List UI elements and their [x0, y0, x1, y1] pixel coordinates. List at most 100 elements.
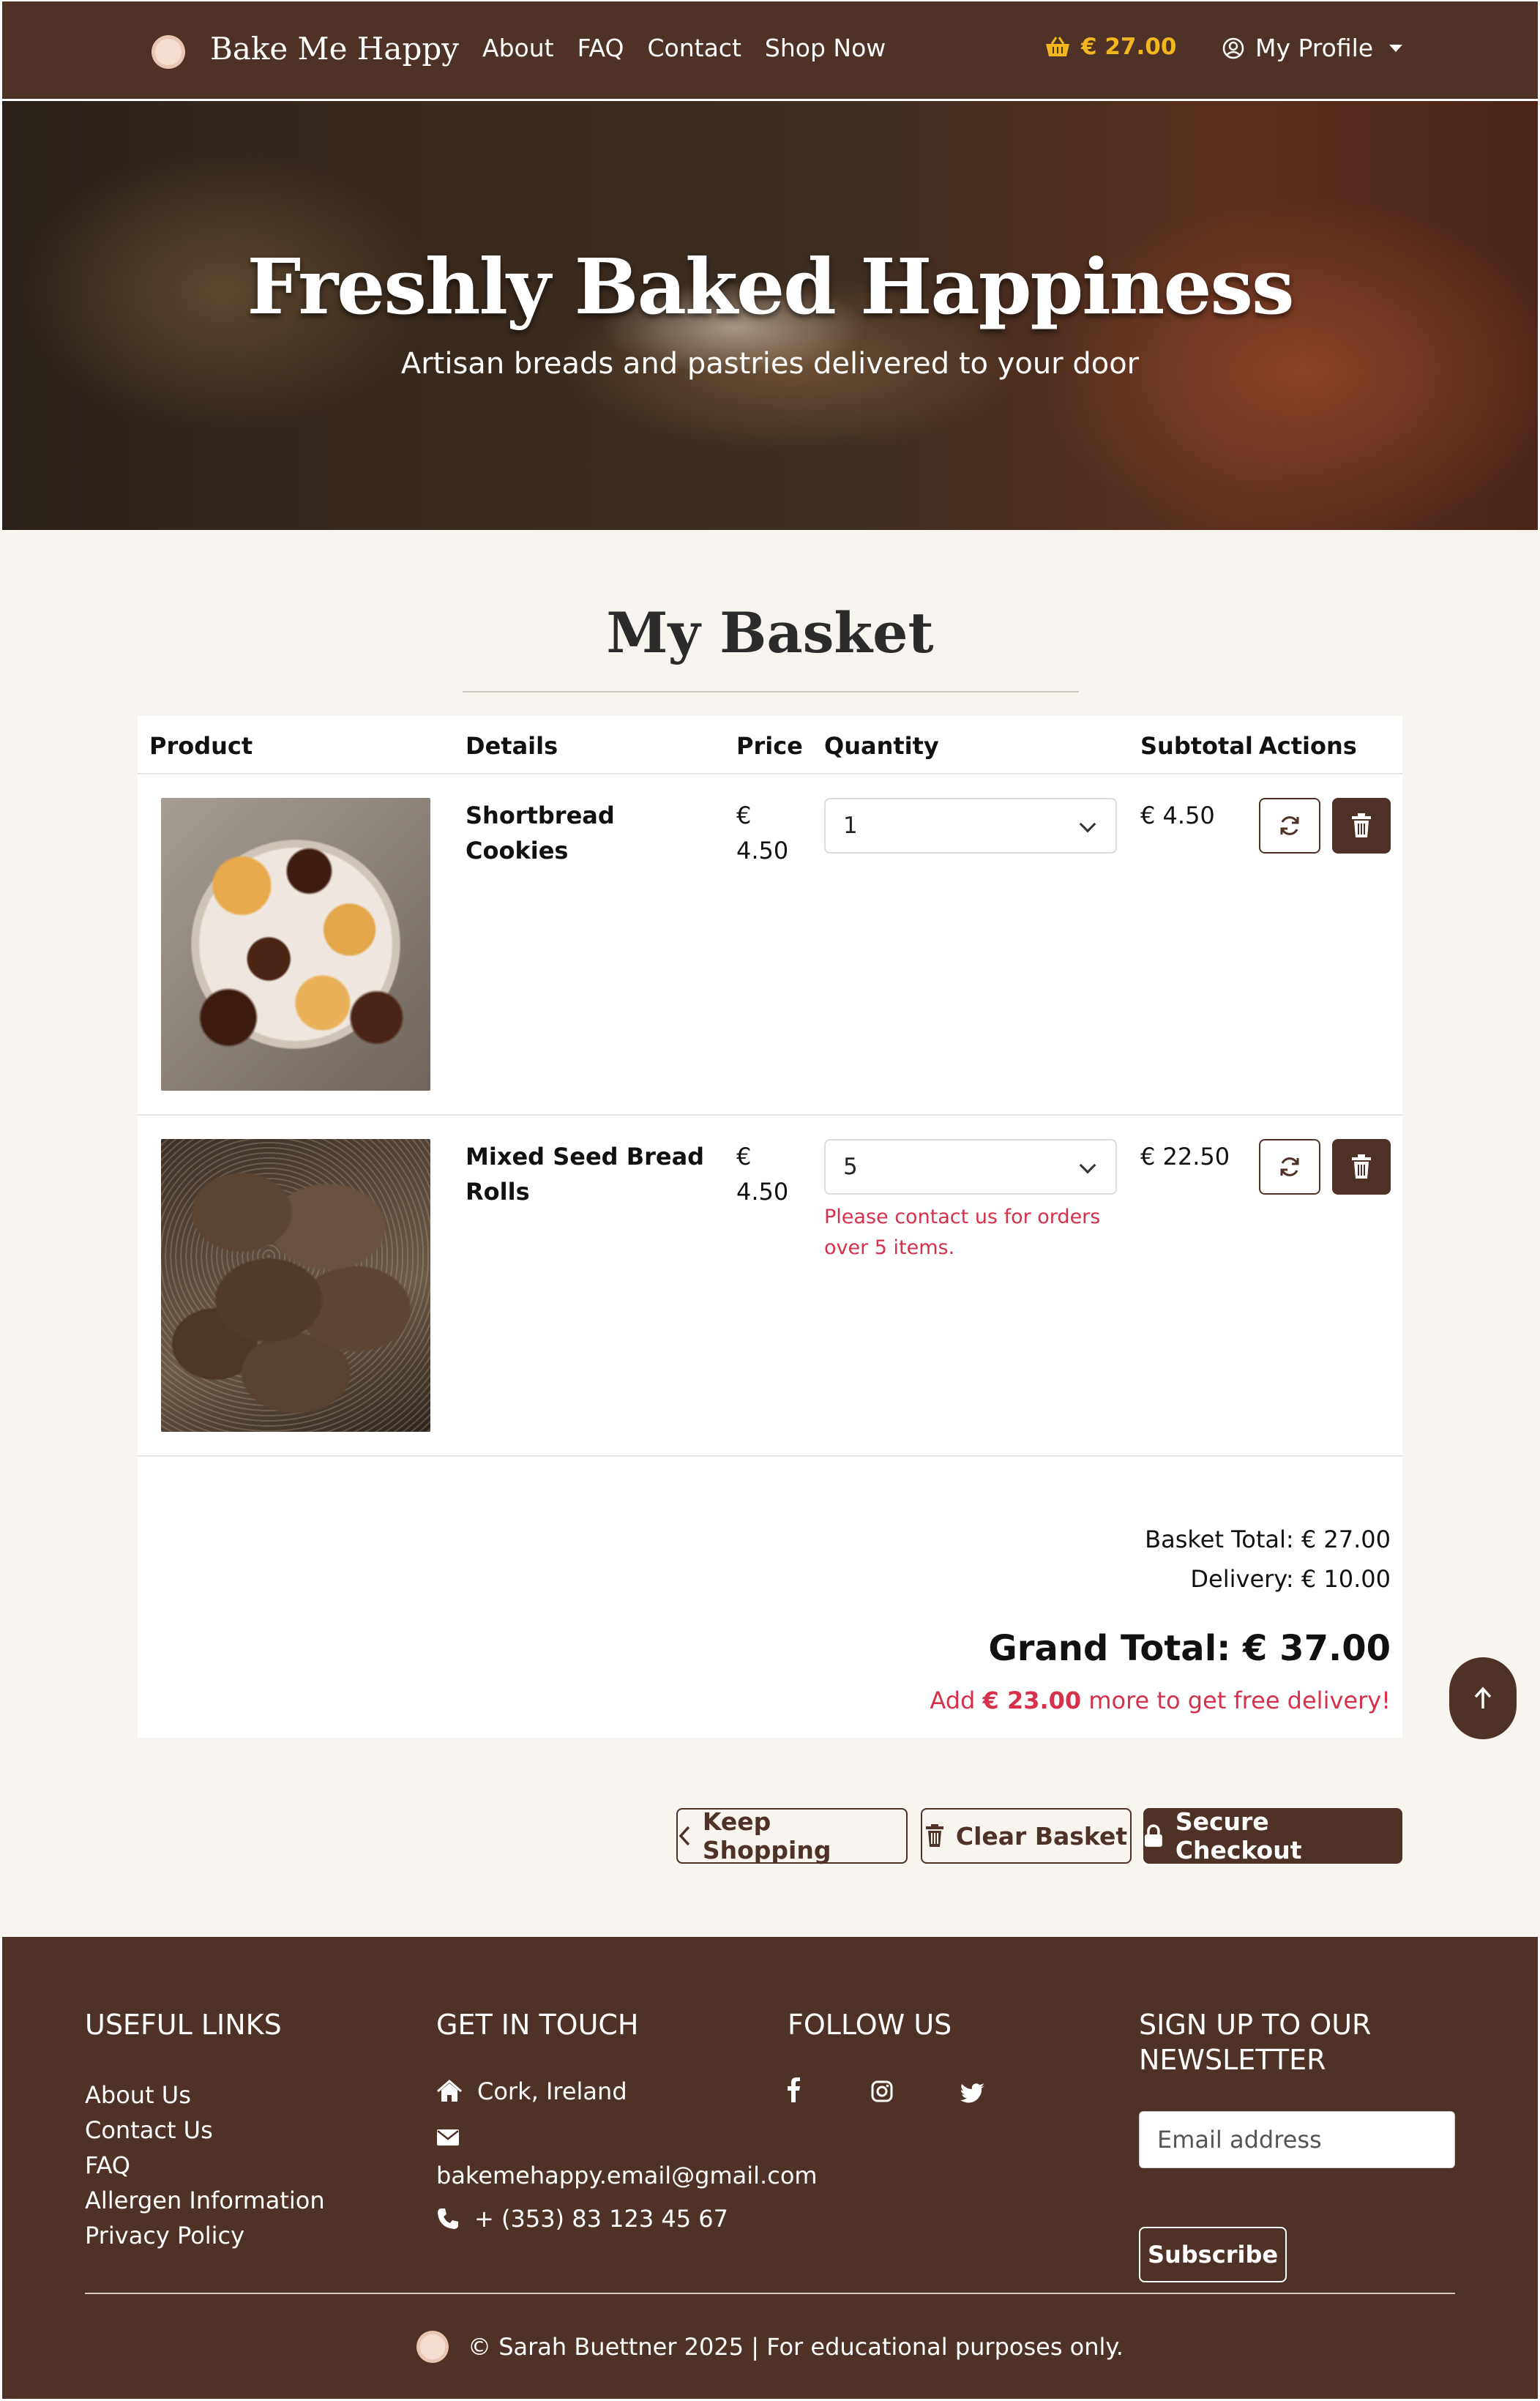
footer-link-privacy-policy[interactable]: Privacy Policy — [85, 2218, 244, 2253]
hero-subtitle: Artisan breads and pastries delivered to… — [400, 347, 1140, 381]
brand-logo[interactable] — [152, 35, 185, 69]
product-price-symbol: € — [736, 802, 752, 829]
nav-link-faq[interactable]: FAQ — [578, 34, 624, 62]
header-subtotal: Subtotal — [1140, 732, 1253, 760]
newsletter-heading-line-2: NEWSLETTER — [1139, 2044, 1326, 2076]
header-details: Details — [466, 732, 558, 760]
profile-label: My Profile — [1255, 34, 1374, 62]
remove-item-button[interactable] — [1332, 1139, 1391, 1195]
product-subtotal: € 4.50 — [1140, 802, 1215, 829]
nav-links: About FAQ Contact Shop Now — [482, 34, 886, 62]
envelope-icon-row — [436, 2129, 460, 2146]
free-delivery-suffix: more to get free delivery! — [1081, 1687, 1391, 1714]
header-product: Product — [149, 732, 253, 760]
get-in-touch-heading: GET IN TOUCH — [436, 2009, 639, 2041]
footer-link-about-us[interactable]: About Us — [85, 2077, 191, 2113]
update-quantity-button[interactable] — [1259, 798, 1320, 854]
caret-down-icon — [1389, 44, 1403, 52]
product-image-shortbread-cookies — [161, 798, 430, 1091]
chevron-left-icon — [679, 1826, 690, 1846]
twitter-icon[interactable] — [960, 2082, 985, 2110]
basket-total: Basket Total: € 27.00 — [1145, 1526, 1391, 1553]
row-divider — [138, 1455, 1402, 1457]
hero-title: Freshly Baked Happiness — [247, 242, 1294, 332]
arrow-up-icon — [1474, 1687, 1492, 1709]
product-price-value: 4.50 — [736, 837, 789, 865]
secure-checkout-label: Secure Checkout — [1175, 1807, 1302, 1864]
brand-name[interactable]: Bake Me Happy — [210, 31, 459, 67]
free-delivery-amount: € 23.00 — [982, 1687, 1082, 1714]
product-name: Mixed Seed Bread Rolls — [466, 1143, 705, 1206]
phone-icon — [438, 2208, 458, 2229]
basket-icon — [1046, 37, 1069, 56]
navbar: Bake Me Happy About FAQ Contact Shop Now… — [0, 0, 1540, 101]
footer-link-allergen-information[interactable]: Allergen Information — [85, 2183, 325, 2218]
chevron-down-icon — [1079, 815, 1096, 833]
row-divider — [138, 1114, 1402, 1116]
delivery-cost: Delivery: € 10.00 — [1190, 1565, 1391, 1593]
copyright-bar: © Sarah Buettner 2025 | For educational … — [0, 2331, 1540, 2363]
keep-shopping-button[interactable]: Keep Shopping — [676, 1807, 908, 1864]
product-price-symbol: € — [736, 1143, 752, 1170]
contact-address: Cork, Ireland — [436, 2077, 627, 2105]
quantity-select[interactable]: 1 — [824, 798, 1117, 854]
facebook-icon[interactable] — [786, 2077, 801, 2108]
home-icon — [437, 2080, 462, 2102]
header-actions: Actions — [1259, 732, 1357, 760]
remove-item-button[interactable] — [1332, 798, 1391, 854]
footer-link-faq[interactable]: FAQ — [85, 2148, 130, 2183]
address-text: Cork, Ireland — [477, 2077, 627, 2105]
trash-icon — [1352, 813, 1371, 837]
footer-logo — [416, 2331, 449, 2363]
header-divider — [138, 773, 1402, 774]
quantity-value: 5 — [843, 1154, 858, 1180]
product-name: Shortbread Cookies — [466, 802, 615, 865]
page-title: My Basket — [606, 600, 934, 665]
user-circle-icon — [1222, 37, 1244, 59]
useful-links-heading: USEFUL LINKS — [85, 2009, 282, 2041]
footer-divider — [85, 2293, 1455, 2294]
nav-link-shop-now[interactable]: Shop Now — [765, 34, 886, 62]
cart-total: € 27.00 — [1081, 34, 1177, 60]
hero-banner: Freshly Baked Happiness Artisan breads a… — [0, 101, 1540, 530]
envelope-icon — [437, 2129, 459, 2146]
refresh-icon — [1280, 816, 1299, 835]
header-quantity: Quantity — [824, 732, 939, 760]
newsletter-heading-line-1: SIGN UP TO OUR — [1139, 2009, 1372, 2041]
secure-checkout-button[interactable]: Secure Checkout — [1143, 1807, 1402, 1864]
keep-shopping-label: Keep Shopping — [702, 1807, 831, 1864]
cart-link[interactable]: € 27.00 — [1044, 34, 1176, 60]
back-to-top-button[interactable] — [1449, 1657, 1517, 1739]
product-subtotal: € 22.50 — [1140, 1143, 1230, 1170]
free-delivery-message: Add € 23.00 more to get free delivery! — [930, 1687, 1391, 1714]
update-quantity-button[interactable] — [1259, 1139, 1320, 1195]
follow-us-heading: FOLLOW US — [788, 2009, 952, 2041]
free-delivery-prefix: Add — [930, 1687, 983, 1714]
newsletter-email-input[interactable]: Email address — [1139, 2111, 1455, 2168]
title-divider — [463, 691, 1079, 692]
clear-basket-button[interactable]: Clear Basket — [921, 1808, 1132, 1864]
header-price: Price — [736, 732, 803, 760]
quantity-select[interactable]: 5 — [824, 1139, 1117, 1195]
refresh-icon — [1280, 1157, 1299, 1176]
nav-link-contact[interactable]: Contact — [648, 34, 741, 62]
phone-text: + (353) 83 123 45 67 — [474, 2205, 728, 2233]
copyright-text: © Sarah Buettner 2025 | For educational … — [468, 2333, 1124, 2361]
nav-link-about[interactable]: About — [482, 34, 554, 62]
product-price-value: 4.50 — [736, 1178, 789, 1206]
instagram-icon[interactable] — [871, 2080, 893, 2108]
chevron-down-icon — [1079, 1157, 1096, 1174]
quantity-value: 1 — [843, 813, 858, 839]
lock-icon — [1144, 1824, 1162, 1847]
trash-icon — [925, 1824, 943, 1847]
subscribe-button[interactable]: Subscribe — [1139, 2227, 1287, 2282]
contact-phone: + (353) 83 123 45 67 — [436, 2205, 728, 2233]
grand-total: Grand Total: € 37.00 — [988, 1628, 1391, 1669]
footer-link-contact-us[interactable]: Contact Us — [85, 2113, 213, 2148]
trash-icon — [1352, 1154, 1371, 1179]
quantity-error-message: Please contact us for orders over 5 item… — [824, 1206, 1101, 1259]
contact-email[interactable]: bakemehappy.email@gmail.com — [436, 2158, 818, 2193]
profile-dropdown[interactable]: My Profile — [1222, 34, 1403, 62]
product-image-mixed-seed-bread-rolls — [161, 1139, 430, 1432]
clear-basket-label: Clear Basket — [955, 1821, 1128, 1851]
